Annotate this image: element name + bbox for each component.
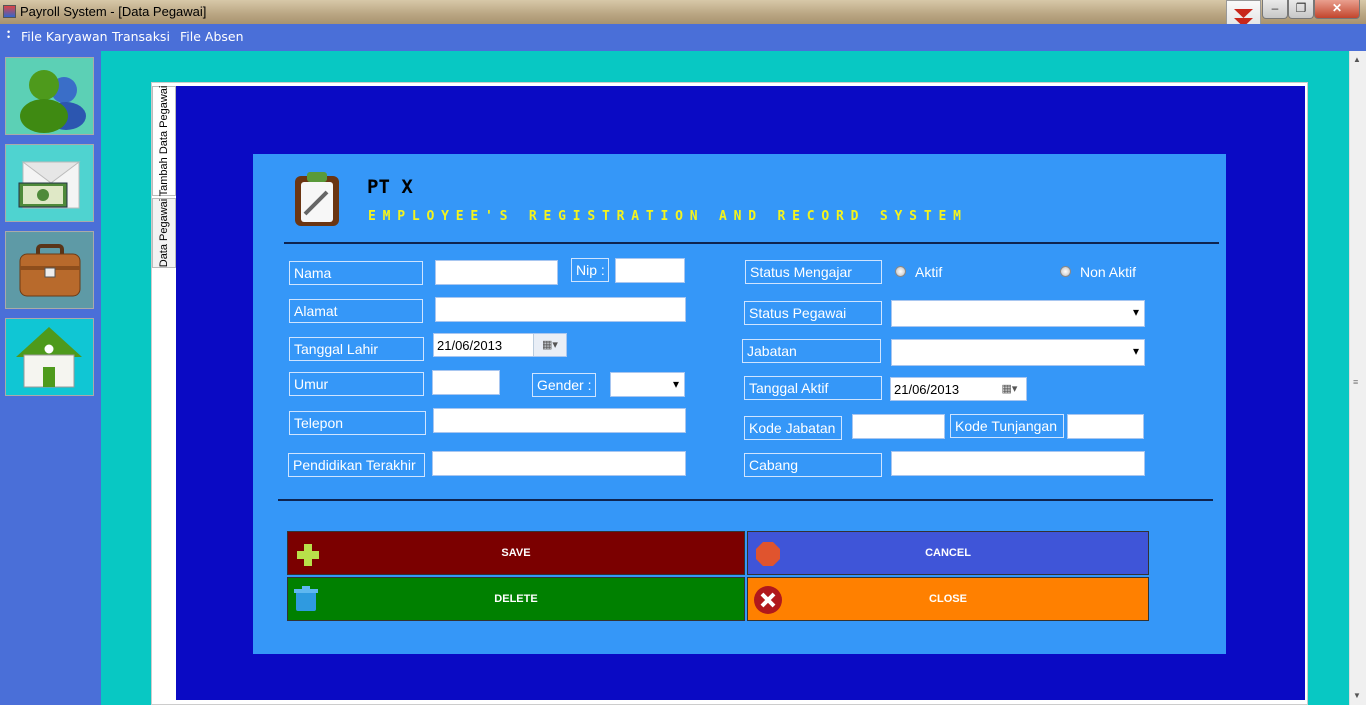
plus-icon [297,544,319,566]
kode-jabatan-input[interactable] [852,414,945,439]
pendidikan-label: Pendidikan Terakhir [288,453,425,477]
tab-tambah-data-pegawai[interactable]: Tambah Data Pegawai [152,86,176,196]
cancel-label: CANCEL [925,547,971,559]
delete-button[interactable]: DELETE [287,577,745,621]
calendar-icon[interactable]: ▦▾ [993,378,1026,400]
gender-select[interactable] [610,372,685,397]
jabatan-label: Jabatan [742,339,881,363]
tab-label: Data Pegawai [158,198,170,268]
tanggal-aktif-value: 21/06/2013 [894,382,960,397]
gender-label: Gender : [532,373,596,397]
telepon-label: Telepon [289,411,426,435]
app-icon [3,5,16,18]
kode-tunjangan-label: Kode Tunjangan [950,414,1064,438]
window-title: Payroll System - [Data Pegawai] [20,4,207,19]
users-icon [20,70,86,133]
kode-jabatan-label: Kode Jabatan [744,416,842,440]
status-pegawai-label: Status Pegawai [744,301,882,325]
nip-label: Nip : [571,258,609,282]
menu-bar: • • File Karyawan Transaksi File Absen [0,24,1366,49]
aktif-label: Aktif [915,264,943,280]
scroll-down-icon[interactable]: ▼ [1353,691,1361,700]
stop-icon [756,542,780,566]
menu-file-karyawan[interactable]: File Karyawan [21,29,108,44]
close-window-button[interactable]: ✕ [1314,0,1360,19]
tab-label: Tambah Data Pegawai [158,85,170,197]
minimize-button[interactable]: – [1262,0,1288,19]
umur-label: Umur [289,372,424,396]
non-aktif-radio[interactable] [1060,266,1071,277]
menu-transaksi[interactable]: Transaksi [112,29,170,44]
pendidikan-input[interactable] [432,451,686,476]
tanggal-lahir-label: Tanggal Lahir [289,337,424,361]
nav-payroll-button[interactable] [5,144,94,222]
nav-home-button[interactable] [5,318,94,396]
alamat-label: Alamat [289,299,423,323]
nav-employees-button[interactable] [5,57,94,135]
close-label: CLOSE [929,593,967,605]
close-circle-icon [754,586,782,614]
menu-file-absen[interactable]: File Absen [180,29,244,44]
tanggal-aktif-label: Tanggal Aktif [744,376,882,400]
system-subtitle: EMPLOYEE'S REGISTRATION AND RECORD SYSTE… [368,209,968,224]
save-button[interactable]: SAVE [287,531,745,575]
umur-input[interactable] [432,370,500,395]
tab-data-pegawai[interactable]: Data Pegawai [152,198,176,268]
alamat-input[interactable] [435,297,686,322]
trash-icon [294,586,318,611]
telepon-input[interactable] [433,408,686,433]
tanggal-lahir-value: 21/06/2013 [437,338,503,353]
aktif-radio[interactable] [895,266,906,277]
top-divider [284,242,1219,244]
clipboard-icon [295,172,339,226]
vertical-scrollbar[interactable]: ▲ ≡ ▼ [1349,51,1366,705]
money-envelope-icon [18,161,81,209]
cabang-label: Cabang [744,453,882,477]
nama-label: Nama [289,261,423,285]
save-label: SAVE [501,547,531,559]
title-bar: Payroll System - [Data Pegawai] – ❐ ✕ [0,0,1366,24]
menu-grip-icon: • • [7,27,11,42]
jabatan-select[interactable] [891,339,1145,366]
status-mengajar-label: Status Mengajar [745,260,882,284]
scroll-thumb-grip-icon[interactable]: ≡ [1353,377,1358,387]
tanggal-lahir-datepicker[interactable]: 21/06/2013 ▦▾ [433,333,567,357]
bottom-divider [278,499,1213,501]
close-button[interactable]: CLOSE [747,577,1149,621]
non-aktif-label: Non Aktif [1080,264,1137,280]
cabang-input[interactable] [891,451,1145,476]
calendar-icon[interactable]: ▦▾ [533,334,566,356]
delete-label: DELETE [494,593,538,605]
nama-input[interactable] [435,260,558,285]
nav-jobs-button[interactable] [5,231,94,309]
nip-input[interactable] [615,258,685,283]
cancel-button[interactable]: CANCEL [747,531,1149,575]
scroll-up-icon[interactable]: ▲ [1353,55,1361,64]
status-pegawai-select[interactable] [891,300,1145,327]
company-name: PT X [367,176,413,198]
kode-tunjangan-input[interactable] [1067,414,1144,439]
registration-panel: PT X EMPLOYEE'S REGISTRATION AND RECORD … [253,154,1226,654]
briefcase-icon [19,244,81,297]
restore-button[interactable]: ❐ [1288,0,1314,19]
tanggal-aktif-datepicker[interactable]: 21/06/2013 ▦▾ [890,377,1027,401]
home-icon [16,327,82,388]
